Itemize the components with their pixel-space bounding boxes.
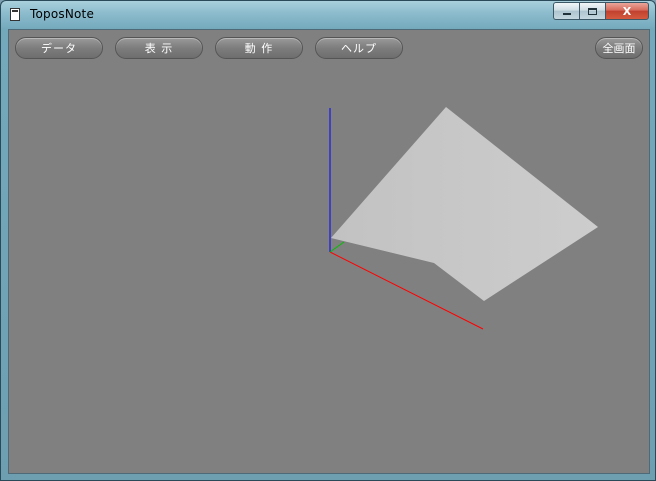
y-axis <box>329 241 345 253</box>
window-controls: X <box>553 2 649 20</box>
app-window: ToposNote X データ 表 示 動 作 ヘルプ 全画面 <box>0 0 656 481</box>
title-bar[interactable]: ToposNote X <box>1 1 655 29</box>
fullscreen-button[interactable]: 全画面 <box>595 37 643 59</box>
view-menu-button[interactable]: 表 示 <box>115 37 203 59</box>
maximize-icon <box>588 7 597 15</box>
maximize-button[interactable] <box>579 2 605 20</box>
viewport-3d[interactable]: データ 表 示 動 作 ヘルプ 全画面 <box>8 29 650 474</box>
minimize-button[interactable] <box>553 2 579 20</box>
minimize-icon <box>562 13 571 15</box>
close-button[interactable]: X <box>605 2 649 20</box>
help-menu-button[interactable]: ヘルプ <box>315 37 403 59</box>
surface-mesh <box>331 107 598 301</box>
scene-canvas[interactable] <box>9 30 649 473</box>
close-icon: X <box>622 4 632 18</box>
window-title: ToposNote <box>30 7 95 21</box>
action-menu-button[interactable]: 動 作 <box>215 37 303 59</box>
app-icon <box>10 8 20 21</box>
data-menu-button[interactable]: データ <box>15 37 103 59</box>
